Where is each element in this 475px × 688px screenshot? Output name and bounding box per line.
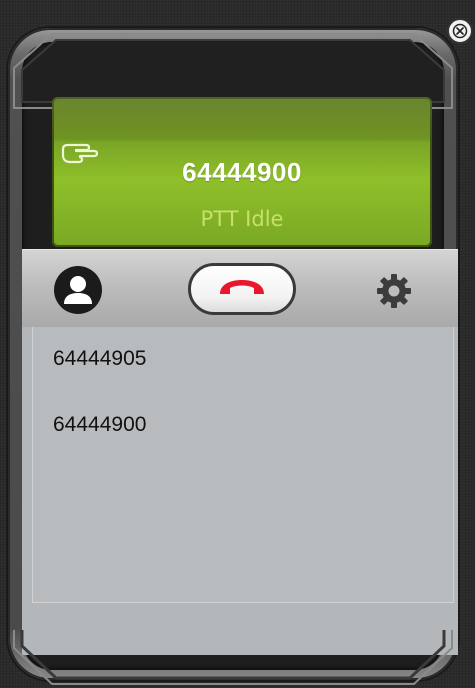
call-history-list: 64444905 64444900 bbox=[32, 327, 454, 603]
list-item[interactable]: 64444900 bbox=[53, 413, 146, 437]
hangup-button[interactable] bbox=[188, 263, 296, 315]
close-icon bbox=[452, 23, 468, 39]
list-footer bbox=[22, 627, 458, 655]
list-item[interactable]: 64444905 bbox=[53, 347, 146, 371]
ptt-status: PTT Idle bbox=[200, 207, 284, 231]
close-button[interactable] bbox=[447, 18, 473, 44]
list-item-number: 64444900 bbox=[53, 413, 147, 436]
contacts-button[interactable] bbox=[54, 266, 102, 314]
list-item-number: 64444905 bbox=[53, 347, 147, 370]
gear-icon[interactable] bbox=[374, 271, 414, 311]
ptt-client-window: 64444900 PTT Idle 64444905 64444900 bbox=[0, 0, 475, 688]
active-number: 64444900 bbox=[182, 157, 302, 187]
status-display: 64444900 PTT Idle bbox=[52, 97, 432, 247]
phone-hangup-icon bbox=[220, 280, 264, 294]
person-icon bbox=[64, 276, 92, 304]
call-history-panel: 64444905 64444900 bbox=[22, 327, 458, 627]
display-shine bbox=[52, 97, 432, 139]
call-toolbar bbox=[22, 249, 458, 328]
